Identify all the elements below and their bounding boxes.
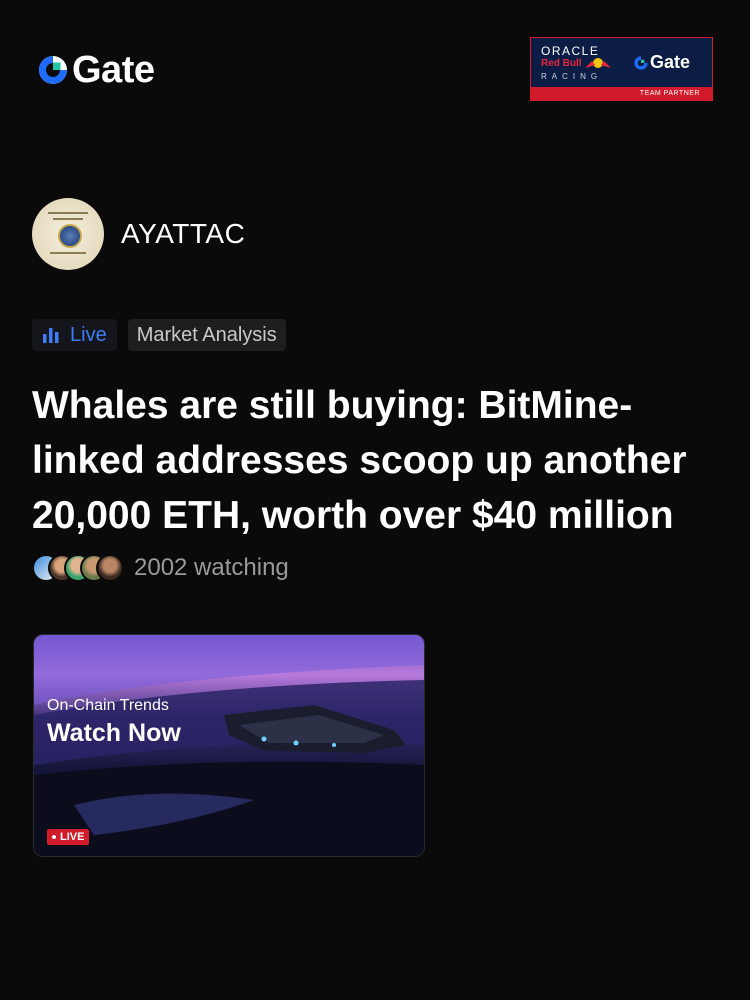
certificate-text-line — [53, 218, 83, 220]
live-tag[interactable]: Live — [32, 319, 117, 351]
live-bars-icon — [43, 328, 59, 343]
live-badge-label: LIVE — [60, 831, 85, 843]
tag-row: Live Market Analysis — [32, 319, 286, 351]
certificate-text-line — [48, 212, 88, 214]
author-name[interactable]: AYATTAC — [121, 218, 245, 250]
article-title: Whales are still buying: BitMine-linked … — [32, 384, 687, 537]
certificate-seal-icon — [58, 224, 82, 248]
live-stream-banner[interactable]: On-Chain Trends Watch Now LIVE — [33, 634, 425, 857]
category-tag[interactable]: Market Analysis — [127, 319, 286, 351]
live-tag-label: Live — [70, 323, 107, 346]
banner-kicker: On-Chain Trends — [47, 697, 169, 714]
gate-logo-icon — [39, 56, 67, 84]
category-tag-label: Market Analysis — [136, 323, 277, 346]
author-row[interactable]: AYATTAC — [32, 198, 245, 270]
team-partner-label: TEAM PARTNER — [531, 87, 712, 100]
live-dot-icon — [52, 835, 56, 839]
watcher-avatar — [96, 554, 124, 582]
avatar[interactable] — [32, 198, 104, 270]
redbull-bulls-icon — [585, 58, 611, 68]
redbull-wordmark: Red Bull — [541, 58, 582, 69]
watch-now-button[interactable]: Watch Now — [47, 719, 181, 748]
live-badge: LIVE — [47, 829, 90, 845]
watcher-count: 2002 watching — [134, 554, 289, 581]
partner-gate-logo: Gate — [633, 52, 690, 73]
partner-gate-text: Gate — [650, 52, 691, 72]
certificate-text-line — [50, 252, 86, 254]
watchers-row: 2002 watching — [32, 554, 289, 582]
racing-wordmark: RACING — [541, 72, 603, 81]
watcher-avatars — [32, 554, 124, 582]
gate-logo[interactable]: Gate — [36, 49, 155, 91]
gate-logo-text: Gate — [72, 49, 155, 91]
gate-small-icon — [634, 55, 648, 70]
team-partner-badge: ORACLE Red Bull RACING Gate TEAM PARTNER — [530, 37, 713, 101]
